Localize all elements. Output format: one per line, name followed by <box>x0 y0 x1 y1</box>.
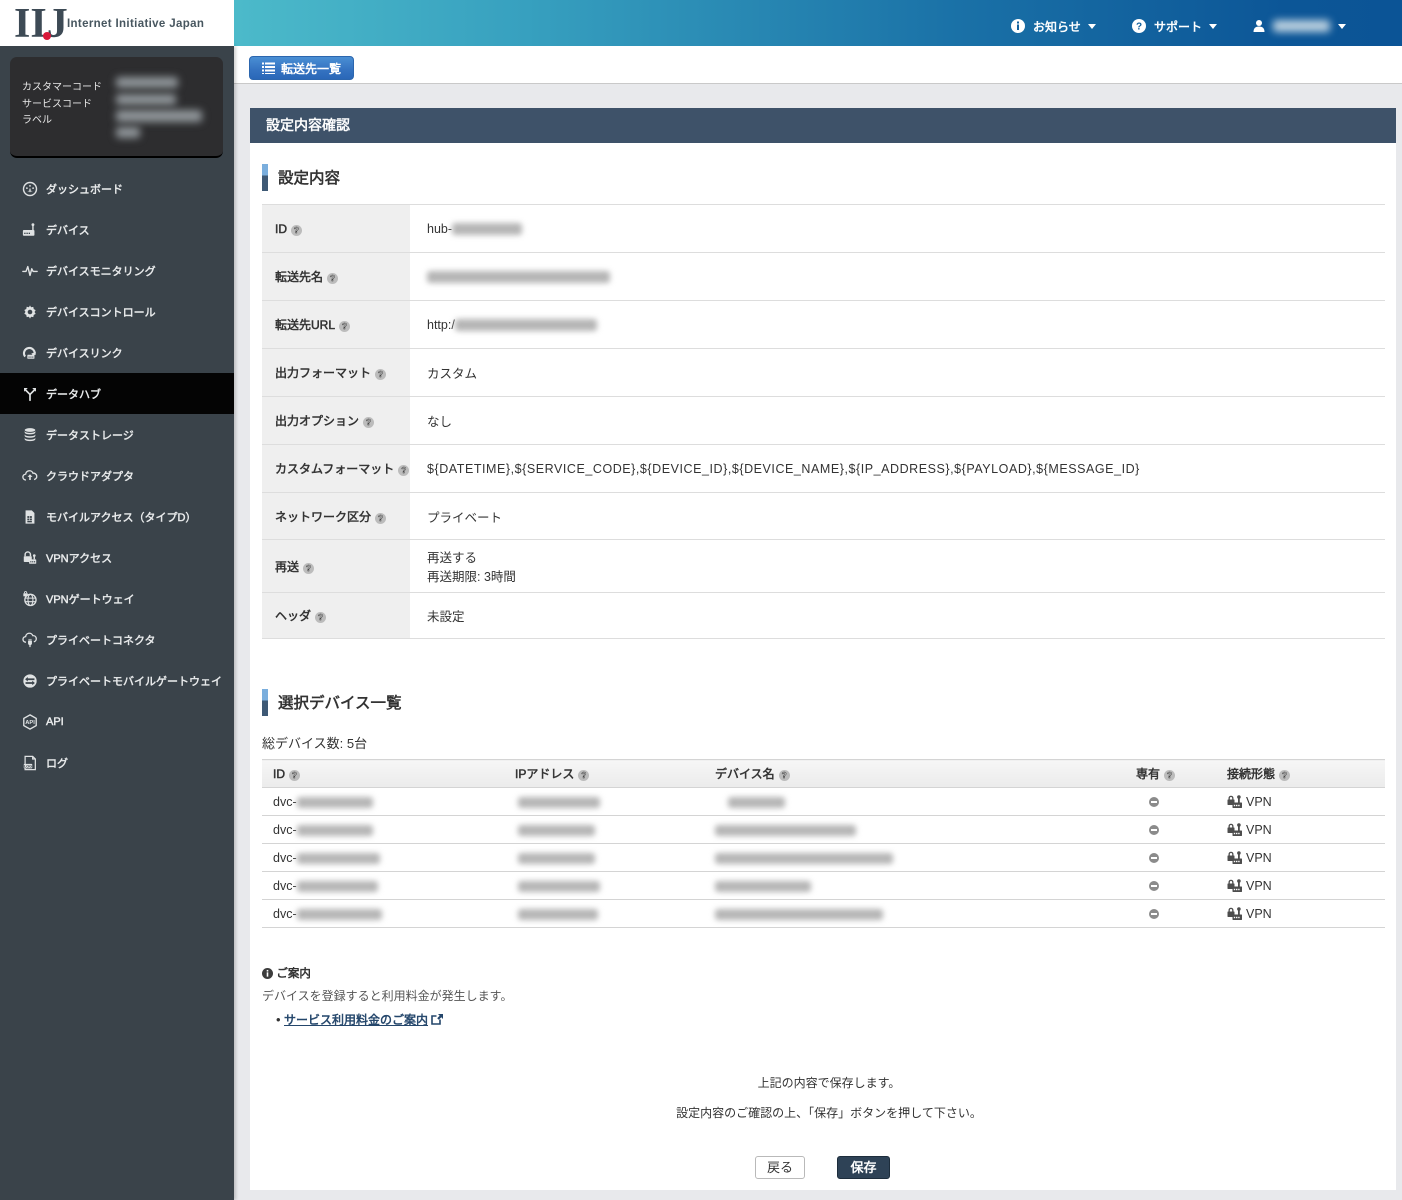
svg-text:API: API <box>25 720 35 726</box>
svg-text:?: ? <box>1136 22 1142 33</box>
svg-text:LOG: LOG <box>24 764 32 768</box>
